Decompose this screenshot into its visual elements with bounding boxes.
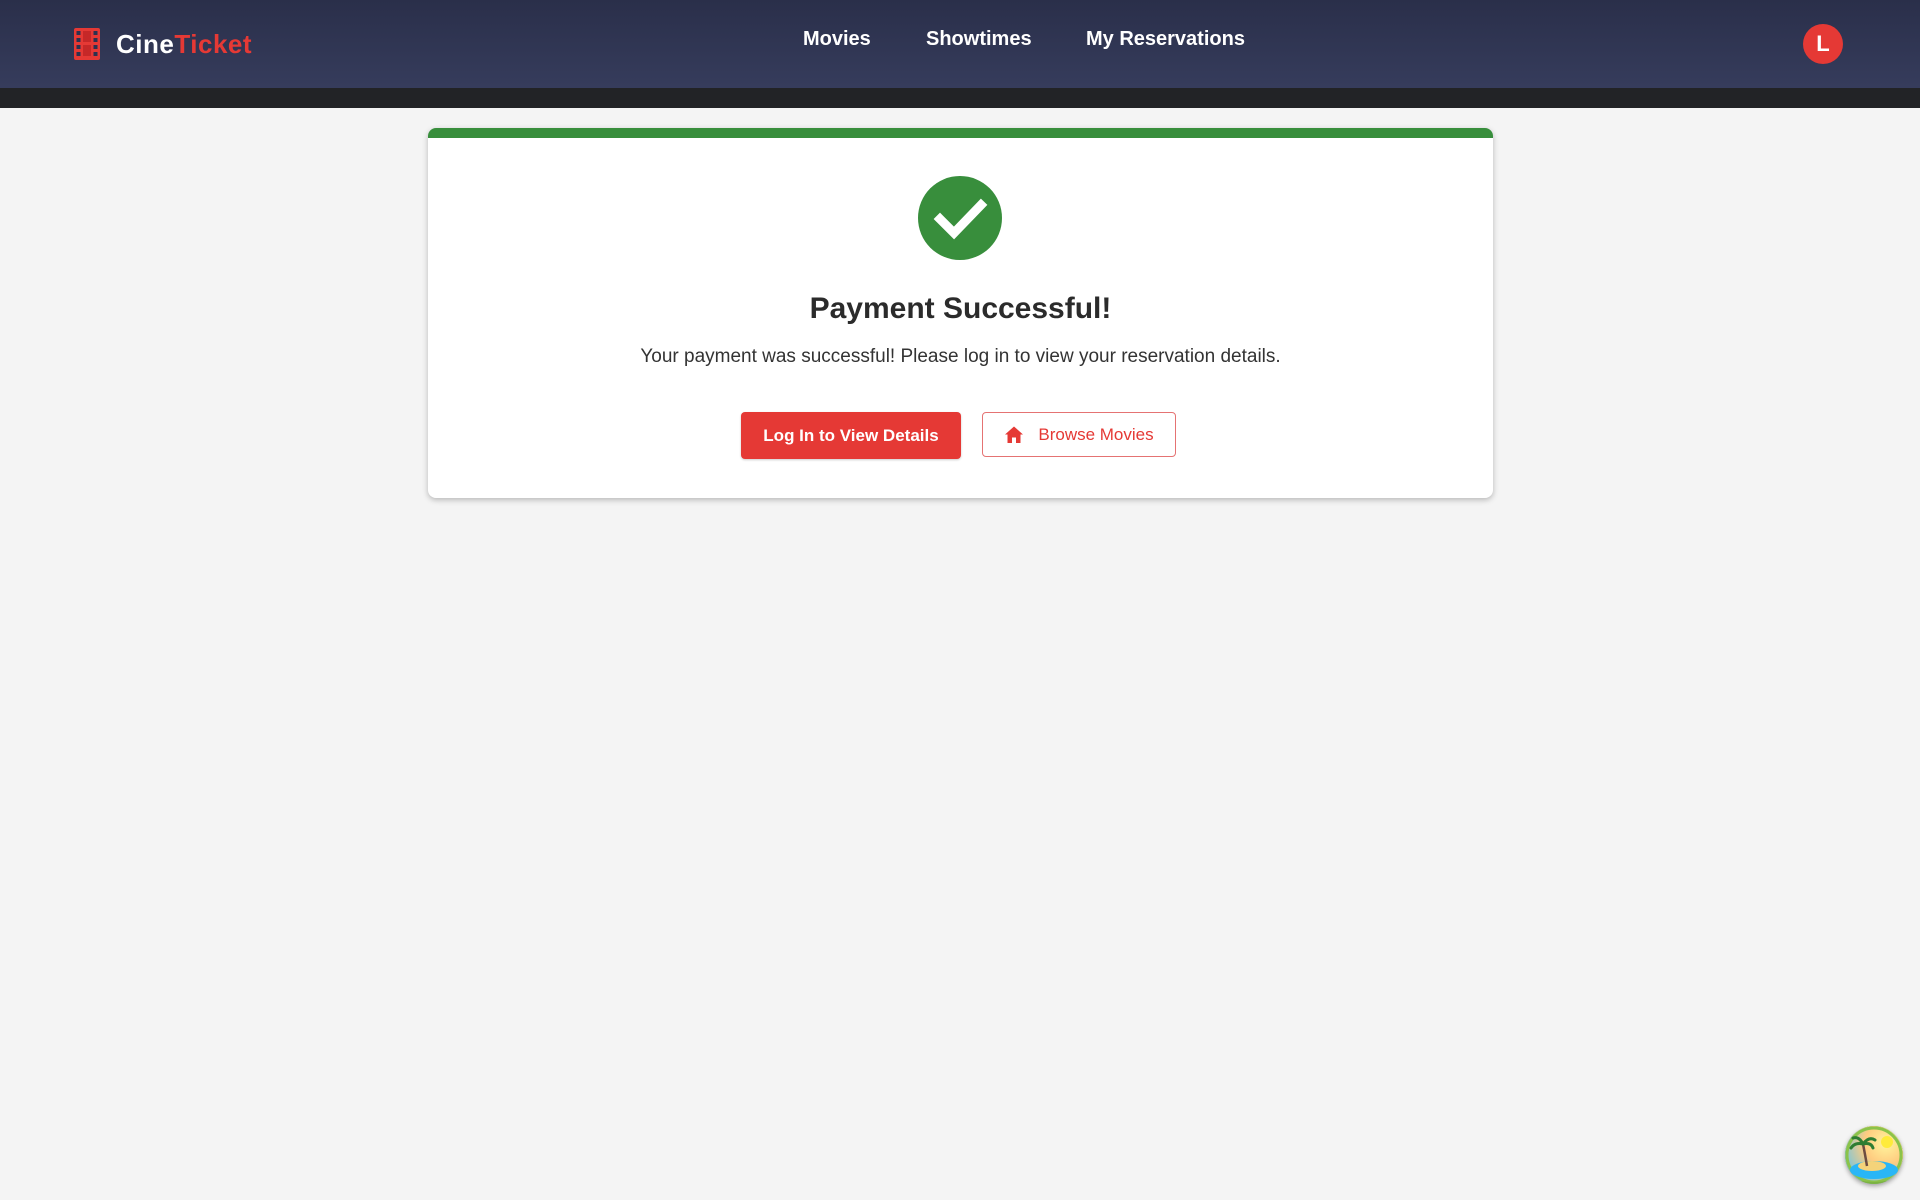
browse-movies-button[interactable]: Browse Movies [982,412,1176,457]
check-circle-icon [918,176,1002,260]
nav-item-showtimes[interactable]: Showtimes [926,28,1032,51]
main-nav: Movies Showtimes My Reservations [0,28,1920,58]
tropical-island-icon[interactable] [1845,1126,1903,1184]
brand-logo[interactable]: CineTicket [74,26,252,62]
user-avatar[interactable]: L [1803,24,1843,64]
nav-item-my-reservations[interactable]: My Reservations [1086,28,1245,51]
success-accent-bar [428,128,1493,138]
brand-name-part1: Cine [116,28,175,59]
payment-status-card: Payment Successful! Your payment was suc… [428,128,1493,498]
header-divider-strip [0,88,1920,108]
brand-name-part2: Ticket [174,28,253,59]
page-title: Payment Successful! [809,292,1112,325]
floating-widget-graphic [1845,1126,1903,1184]
home-icon [1005,426,1024,443]
nav-item-movies[interactable]: Movies [803,28,871,51]
status-message: Your payment was successful! Please log … [640,346,1281,367]
brand-name: CineTicket [116,29,252,60]
top-navbar: CineTicket Movies Showtimes My Reservati… [0,0,1920,88]
film-icon [74,28,100,60]
browse-movies-label: Browse Movies [1038,424,1154,444]
login-to-view-details-button[interactable]: Log In to View Details [741,412,961,459]
